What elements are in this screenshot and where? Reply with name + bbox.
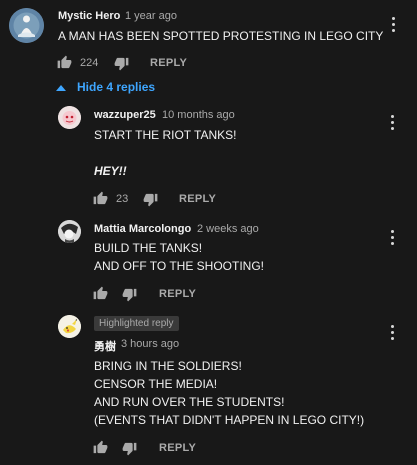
character-avatar xyxy=(58,106,81,129)
reply-button[interactable]: REPLY xyxy=(159,442,196,454)
like-count: 23 xyxy=(116,193,129,205)
reply-menu-button[interactable] xyxy=(391,115,395,131)
comment-menu-button[interactable] xyxy=(392,17,396,33)
reply-text-line: HEY!! xyxy=(94,164,127,178)
comment-time[interactable]: 1 year ago xyxy=(125,10,177,22)
reply-button[interactable]: REPLY xyxy=(150,57,187,69)
reply-author[interactable]: wazzuper25 xyxy=(94,109,156,121)
reply-button[interactable]: REPLY xyxy=(179,193,216,205)
reply-text-line: START THE RIOT TANKS! xyxy=(94,128,237,142)
hide-replies-label[interactable]: Hide 4 replies xyxy=(77,80,155,94)
thumbs-down-icon xyxy=(122,288,137,302)
like-button[interactable] xyxy=(93,191,108,206)
avatar[interactable] xyxy=(58,220,81,243)
avatar[interactable] xyxy=(9,8,44,43)
like-button[interactable] xyxy=(93,440,108,455)
thumbs-up-icon xyxy=(93,191,108,205)
dislike-button[interactable] xyxy=(114,56,129,71)
reply-time[interactable]: 3 hours ago xyxy=(121,338,179,350)
thumbs-up-icon xyxy=(93,286,108,300)
like-count: 224 xyxy=(80,57,99,69)
reply-text-line: (EVENTS THAT DIDN'T HAPPEN IN LEGO CITY!… xyxy=(94,413,365,427)
reply-author[interactable]: Mattia Marcolongo xyxy=(94,223,191,235)
avatar[interactable] xyxy=(58,315,81,338)
monochrome-face-avatar xyxy=(58,220,81,243)
thumbs-up-icon xyxy=(57,55,72,69)
reply-menu-button[interactable] xyxy=(391,325,395,341)
pikachu-avatar xyxy=(58,315,81,338)
thumbs-down-icon xyxy=(122,442,137,456)
like-button[interactable] xyxy=(93,286,108,301)
comment-author[interactable]: Mystic Hero xyxy=(58,10,120,22)
thumbs-down-icon xyxy=(114,57,129,71)
dislike-button[interactable] xyxy=(122,287,137,302)
dislike-button[interactable] xyxy=(122,441,137,456)
dislike-button[interactable] xyxy=(143,192,158,207)
reply-text-line: AND RUN OVER THE STUDENTS! xyxy=(94,395,285,409)
reply-text-line: CENSOR THE MEDIA! xyxy=(94,377,218,391)
reply-time[interactable]: 2 weeks ago xyxy=(197,223,259,235)
reply-author[interactable]: 勇樹 xyxy=(94,338,116,354)
thumbs-down-icon xyxy=(143,193,158,207)
highlighted-reply-badge: Highlighted reply xyxy=(94,316,179,331)
reply-text-line: AND OFF TO THE SHOOTING! xyxy=(94,259,265,273)
avatar[interactable] xyxy=(58,106,81,129)
thumbs-up-icon xyxy=(93,440,108,454)
chevron-up-icon xyxy=(56,85,66,91)
reply-text-line: BUILD THE TANKS! xyxy=(94,241,203,255)
reply-menu-button[interactable] xyxy=(391,230,395,246)
reply-text-line: BRING IN THE SOLDIERS! xyxy=(94,359,242,373)
like-button[interactable] xyxy=(57,55,72,70)
comment-text: A MAN HAS BEEN SPOTTED PROTESTING IN LEG… xyxy=(58,29,384,43)
reply-time[interactable]: 10 months ago xyxy=(162,109,235,121)
meditating-figure-avatar xyxy=(9,8,44,43)
reply-button[interactable]: REPLY xyxy=(159,288,196,300)
